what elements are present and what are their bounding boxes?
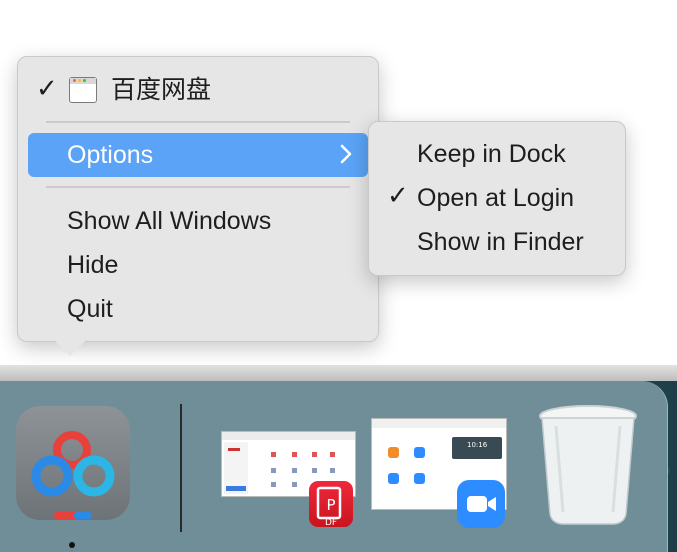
- show-in-finder-item[interactable]: Show in Finder: [417, 222, 584, 262]
- app-name-item[interactable]: 百度网盘: [111, 70, 211, 110]
- menu-pointer: [52, 338, 88, 356]
- app-window-icon: [69, 77, 97, 103]
- running-indicator: [69, 542, 75, 548]
- window-edge: [0, 365, 677, 381]
- zoom-app-icon[interactable]: [457, 480, 505, 528]
- chevron-right-icon: [340, 144, 352, 164]
- svg-text:P: P: [326, 496, 335, 514]
- show-all-windows-item[interactable]: Show All Windows: [67, 201, 271, 241]
- svg-text:DF: DF: [325, 518, 337, 527]
- options-label: Options: [67, 141, 154, 169]
- menu-separator: [46, 121, 350, 123]
- menu-separator: [46, 186, 350, 188]
- options-submenu: Keep in Dock ✓ Open at Login Show in Fin…: [368, 121, 626, 276]
- pdf-app-icon[interactable]: P DF: [309, 481, 353, 528]
- open-at-login-item[interactable]: Open at Login: [417, 178, 574, 218]
- checkmark-icon: ✓: [36, 73, 58, 103]
- keep-in-dock-item[interactable]: Keep in Dock: [417, 134, 566, 174]
- trash-icon[interactable]: [536, 402, 640, 526]
- app-context-menu: ✓ 百度网盘 Options Show All Windows Hide Qui…: [17, 56, 379, 342]
- checkmark-icon: ✓: [387, 180, 409, 210]
- dock-divider: [180, 404, 182, 532]
- zoom-time: 10:16: [467, 441, 488, 449]
- baidu-netdisk-icon[interactable]: [16, 406, 130, 520]
- quit-item[interactable]: Quit: [67, 289, 113, 329]
- hide-item[interactable]: Hide: [67, 245, 118, 285]
